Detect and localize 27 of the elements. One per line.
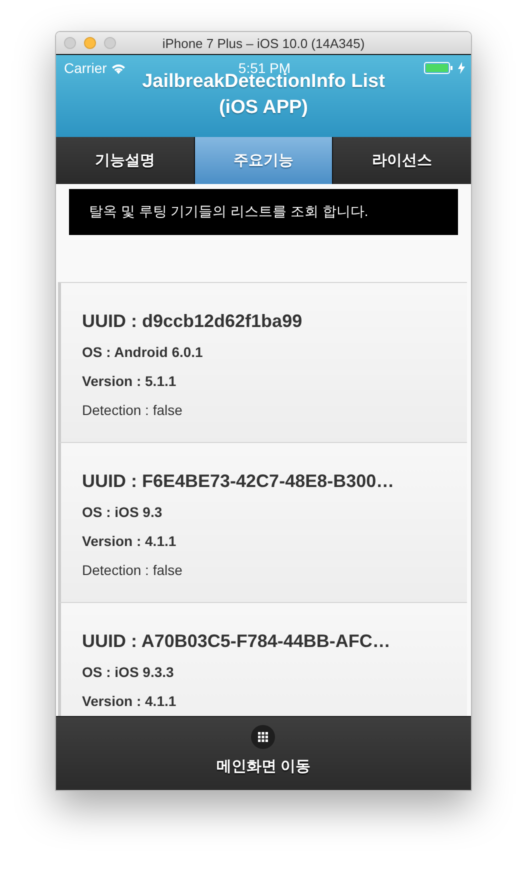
- uuid-label: UUID : A70B03C5-F784-44BB-AFC…: [82, 630, 390, 653]
- uuid-label: UUID : F6E4BE73-42C7-48E8-B300…: [82, 470, 394, 493]
- app-title: (iOS APP): [218, 96, 308, 120]
- home-button[interactable]: 메인화면 이동: [206, 717, 321, 790]
- device-card[interactable]: UUID : d9ccb12d62f1ba99 OS : Android 6.0.1 Version : 5.1.1 Detection : false: [58, 282, 467, 442]
- tab[interactable]: 기능설명: [56, 137, 195, 184]
- zoom-button[interactable]: [104, 37, 116, 49]
- os-label: OS : iOS 9.3.3: [82, 663, 174, 682]
- os-label: OS : iOS 9.3: [82, 503, 162, 522]
- detection-label: Detection : false: [82, 561, 182, 580]
- version-label: Version : 4.1.1: [82, 532, 176, 551]
- carrier-label: Carrier: [64, 60, 107, 76]
- minimize-button[interactable]: [84, 37, 96, 49]
- notice-banner: 탈옥 및 루팅 기기들의 리스트를 조회 합니다.: [69, 189, 458, 235]
- grid-icon: [251, 725, 276, 749]
- charging-bolt-icon: [458, 62, 465, 74]
- battery-icon: [424, 62, 454, 74]
- close-button[interactable]: [64, 37, 76, 49]
- wifi-icon: [110, 62, 126, 74]
- detection-label: Detection : false: [82, 401, 182, 420]
- version-label: Version : 5.1.1: [82, 372, 176, 391]
- device-card[interactable]: UUID : F6E4BE73-42C7-48E8-B300… OS : iOS 9.3 Version : 4.1.1 Detection : false: [58, 442, 467, 602]
- os-label: OS : Android 6.0.1: [82, 343, 203, 362]
- uuid-label: UUID : d9ccb12d62f1ba99: [82, 310, 302, 333]
- version-label: Version : 4.1.1: [82, 692, 176, 711]
- window-title: iPhone 7 Plus – iOS 10.0 (14A345): [161, 36, 366, 50]
- device-card[interactable]: UUID : A70B03C5-F784-44BB-AFC… OS : iOS 9.3.3 Version : 4.1.1: [58, 602, 467, 716]
